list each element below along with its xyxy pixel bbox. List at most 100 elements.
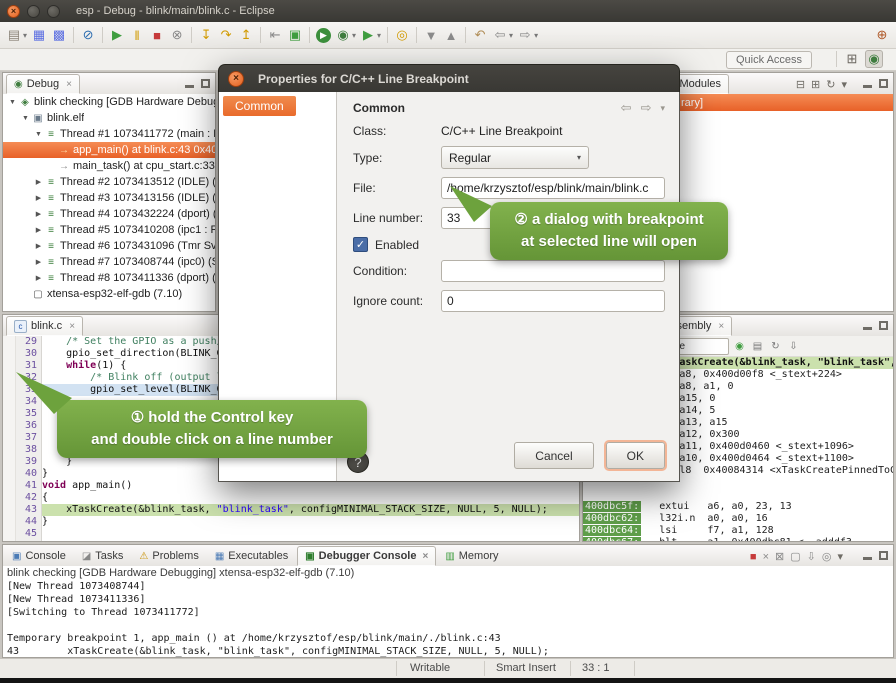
instruction-stepping-icon[interactable]: ▣ [286,26,304,44]
debug-tree-row[interactable]: ▶≡Thread #8 1073411336 (dport) (Sus [3,270,215,286]
run-icon[interactable]: ▶ [316,28,331,43]
debug-icon-menu[interactable]: ▾ [352,31,356,40]
forward-icon-menu[interactable]: ▾ [534,31,538,40]
line-number[interactable]: 44 [16,516,37,528]
maximize-view-icon[interactable] [879,79,888,88]
debug-tree-row[interactable]: ▶≡Thread #7 1073408744 (ipc0) (Susp [3,254,215,270]
tree-expander-icon[interactable]: ▼ [33,131,44,138]
history-menu-icon[interactable]: ▾ [660,103,665,114]
line-number[interactable]: 37 [16,432,37,444]
tree-expander-icon[interactable]: ▶ [33,194,44,202]
code-line[interactable]: } [42,516,579,528]
step-into-icon[interactable]: ↧ [197,26,215,44]
console-body[interactable]: blink checking [GDB Hardware Debugging] … [3,566,893,657]
line-number[interactable]: 39 [16,456,37,468]
disassembly-line[interactable]: 400dbc5f: extui a6, a0, 23, 13 [583,501,893,513]
condition-input[interactable] [441,260,665,282]
debug-icon[interactable]: ◉ [334,26,352,44]
line-number[interactable]: 29 [16,336,37,348]
debug-tree-row[interactable]: ▼◈blink checking [GDB Hardware Debug [3,94,215,110]
disassembly-line[interactable]: 400dbc64: lsi f7, a1, 128 [583,525,893,537]
expand-all-icon[interactable]: ⊞ [811,78,820,91]
close-tab-icon[interactable]: × [69,321,75,332]
collapse-all-icon[interactable]: ⊟ [796,78,805,91]
tree-expander-icon[interactable]: ▶ [33,258,44,266]
scroll-lock-icon[interactable]: ⇩ [786,339,801,354]
terminate-icon[interactable]: ■ [750,551,757,563]
pin-console-icon[interactable]: ◎ [822,550,832,563]
tab-tasks[interactable]: ◪Tasks [75,546,131,566]
minimize-view-icon[interactable] [863,557,872,560]
tree-expander-icon[interactable]: ▼ [7,99,18,106]
next-annotation-icon[interactable]: ▼ [422,26,440,44]
tab-console[interactable]: ▣Console [5,546,73,566]
debug-tree-row[interactable]: ▢xtensa-esp32-elf-gdb (7.10) [3,286,215,302]
quick-access-button[interactable]: Quick Access [726,51,812,69]
code-line[interactable] [42,528,579,540]
suspend-icon[interactable]: ‖ [128,26,146,44]
view-menu-icon[interactable]: ▾ [837,550,843,563]
code-line[interactable]: xTaskCreate(&blink_task, "blink_task", c… [42,504,579,516]
step-over-icon[interactable]: ↷ [217,26,235,44]
new-wizard-icon[interactable]: ▤ [5,26,23,44]
previous-annotation-icon[interactable]: ▲ [442,26,460,44]
tree-expander-icon[interactable]: ▶ [33,226,44,234]
line-number[interactable]: 41 [16,480,37,492]
debug-tree-row[interactable]: ▼▣blink.elf [3,110,215,126]
close-tab-icon[interactable]: × [422,551,428,562]
maximize-view-icon[interactable] [879,321,888,330]
dialog-close-button[interactable]: × [228,71,244,87]
pin-editor-icon[interactable]: ⊕ [873,26,891,44]
type-dropdown[interactable]: Regular ▾ [441,146,589,169]
modules-selected-row[interactable]: rary] [655,94,893,111]
window-maximize-button[interactable] [47,5,60,18]
external-tools-icon-menu[interactable]: ▾ [377,31,381,40]
refresh-icon[interactable]: ↻ [768,339,783,354]
window-close-button[interactable]: × [7,5,20,18]
maximize-view-icon[interactable] [879,551,888,560]
resume-icon[interactable]: ▶ [108,26,126,44]
dialog-titlebar[interactable]: × Properties for C/C++ Line Breakpoint [218,64,680,92]
minimize-view-icon[interactable] [863,85,872,88]
remove-all-launches-icon[interactable]: ⊠ [775,550,784,563]
debug-tree-row[interactable]: ▶≡Thread #4 1073432224 (dport) (Sus [3,206,215,222]
breakpoint-margin[interactable] [3,336,16,541]
debug-tree-row[interactable]: ▼≡Thread #1 1073411772 (main : Runn [3,126,215,142]
sync-with-stack-icon[interactable]: ◉ [732,339,747,354]
minimize-view-icon[interactable] [185,85,194,88]
view-menu-icon[interactable]: ▾ [841,78,847,91]
cancel-button[interactable]: Cancel [514,442,593,469]
window-minimize-button[interactable] [27,5,40,18]
line-number[interactable]: 38 [16,444,37,456]
back-icon[interactable]: ⇦ [491,26,509,44]
line-number[interactable]: 43 [16,504,37,516]
save-all-icon[interactable]: ▩ [50,26,68,44]
line-number[interactable]: 42 [16,492,37,504]
sidebar-item-common[interactable]: Common [223,96,296,116]
line-number[interactable]: 30 [16,348,37,360]
back-icon[interactable]: ⇦ [621,100,632,116]
remove-launch-icon[interactable]: × [763,551,769,563]
tab-memory[interactable]: ▥Memory [438,546,505,566]
scroll-lock-icon[interactable]: ⇩ [807,550,816,563]
debug-tree-row[interactable]: ▶≡Thread #6 1073431096 (Tmr Svc) (S [3,238,215,254]
close-tab-icon[interactable]: × [66,79,72,90]
open-perspective-icon[interactable]: ⊞ [843,50,861,68]
tree-expander-icon[interactable]: ▶ [33,210,44,218]
line-number[interactable]: 31 [16,360,37,372]
line-number[interactable]: 45 [16,528,37,540]
debug-tree-row[interactable]: ▶≡Thread #2 1073413512 (IDLE) (Susp [3,174,215,190]
tab-debug[interactable]: ◉ Debug × [6,74,80,94]
show-source-icon[interactable]: ▤ [750,339,765,354]
code-line[interactable]: { [42,492,579,504]
debug-tree-row[interactable]: →main_task() at cpu_start.c:339 0x4 [3,158,215,174]
ignore-count-input[interactable] [441,290,665,312]
terminate-icon[interactable]: ■ [148,26,166,44]
last-edit-location-icon[interactable]: ↶ [471,26,489,44]
disassembly-line[interactable]: 400dbc67: blt a1, 0x400dbc81 <__adddf3 [583,537,893,541]
search-icon[interactable]: ◎ [393,26,411,44]
tree-expander-icon[interactable]: ▶ [33,178,44,186]
line-number[interactable]: 36 [16,420,37,432]
debug-tree-row[interactable]: ▶≡Thread #3 1073413156 (IDLE) (Susp [3,190,215,206]
tree-expander-icon[interactable]: ▶ [33,242,44,250]
